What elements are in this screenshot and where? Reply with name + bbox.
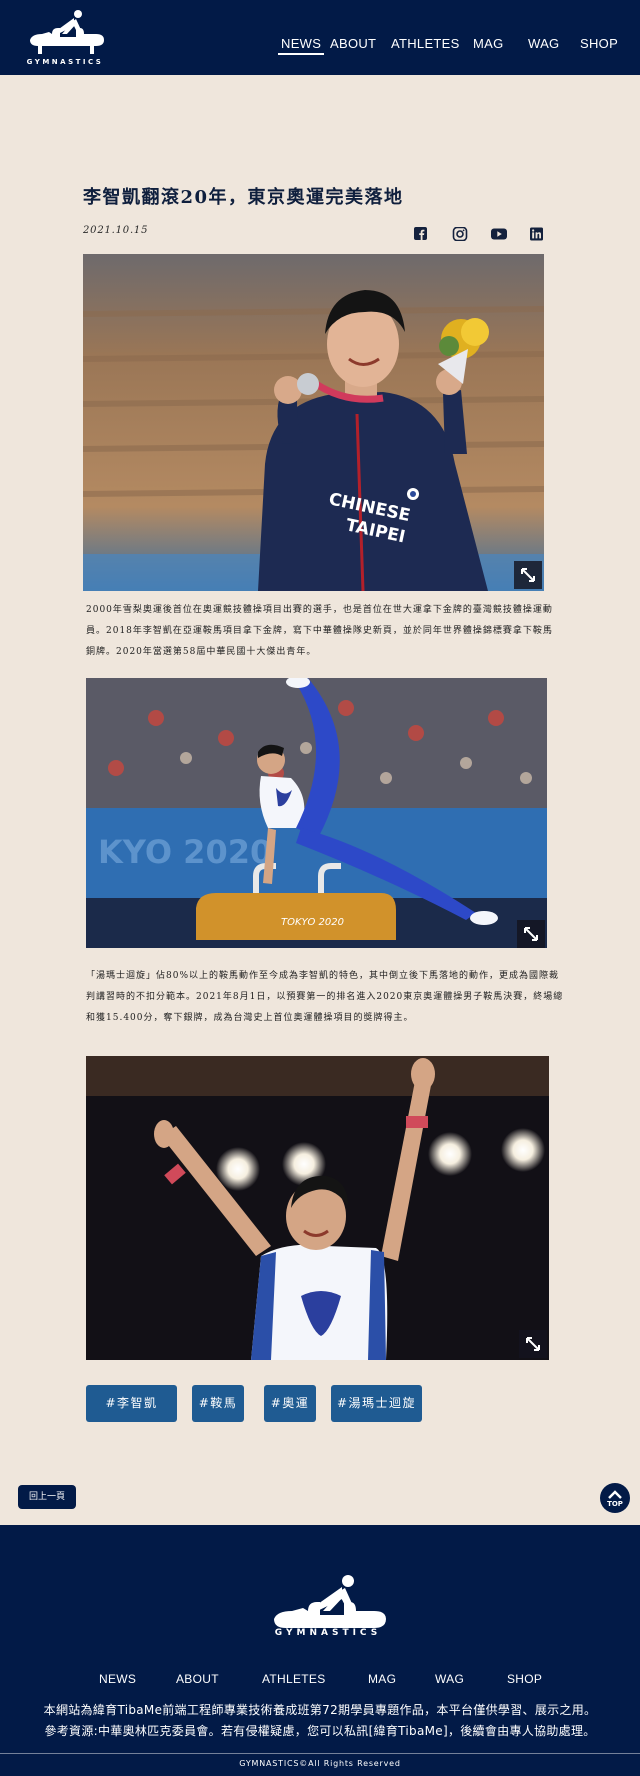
paragraph-1-line: 員。2018年李智凱在亞運鞍馬項目拿下金牌，寫下中華體操隊史新頁，並於同年世界體… (86, 626, 553, 636)
back-to-top-button[interactable]: TOP (600, 1483, 630, 1513)
tag-thomas-flair[interactable]: #湯瑪士迴旋 (331, 1385, 422, 1422)
footer-reference: 參考資源:中華奧林匹克委員會。若有侵權疑慮，您可以私訊[緯育TibaMe]，後續… (44, 1724, 596, 1738)
facebook-icon[interactable] (413, 226, 429, 240)
svg-text:KYO 2020: KYO 2020 (98, 833, 272, 871)
site-footer: GYMNASTICS NEWS ABOUT ATHLETES MAG WAG S… (0, 1525, 640, 1776)
nav-shop[interactable]: SHOP (580, 36, 618, 51)
nav-about[interactable]: ABOUT (330, 36, 376, 51)
footer-nav-shop[interactable]: SHOP (507, 1672, 542, 1686)
top-label: TOP (607, 1500, 623, 1508)
instagram-icon[interactable] (452, 226, 468, 242)
footer-logo-icon[interactable] (262, 1571, 392, 1631)
article: 李智凱翻滾20年，東京奧運完美落地 2021.10.15 CHINESE TAI… (0, 75, 640, 1525)
tag-li-chih-kai[interactable]: #李智凱 (86, 1385, 177, 1422)
footer-nav-athletes[interactable]: ATHLETES (262, 1672, 326, 1686)
article-paragraph-2: 「湯瑪士迴旋」佔80%以上的鞍馬動作至今成為李智凱的特色，其中倒立後下馬落地的動… (86, 966, 563, 1029)
tag-olympics[interactable]: #奧運 (264, 1385, 316, 1422)
sign-tokyo-2020: TOKYO 2020 (281, 917, 344, 928)
paragraph-1-line: 2000年雪梨奧運後首位在奧運競技體操項目出賽的選手，也是首位在世大運拿下金牌的… (86, 605, 553, 615)
footer-disclaimer: 本網站為緯育TibaMe前端工程師專業技術養成班第72期學員專題作品，本平台僅供… (43, 1703, 597, 1717)
footer-nav-mag[interactable]: MAG (368, 1672, 396, 1686)
nav-mag[interactable]: MAG (473, 36, 504, 51)
photo-pommel-horse[interactable]: KYO 2020 TOKYO 2020 (86, 678, 547, 948)
footer-nav-wag[interactable]: WAG (435, 1672, 464, 1686)
footer-divider (0, 1753, 640, 1754)
chevron-up-icon (608, 1490, 622, 1499)
article-title: 李智凱翻滾20年，東京奧運完美落地 (83, 187, 404, 208)
expand-icon[interactable] (514, 561, 542, 589)
footer-nav-about[interactable]: ABOUT (176, 1672, 219, 1686)
nav-news[interactable]: NEWS (277, 36, 325, 55)
expand-icon[interactable] (517, 920, 545, 948)
nav-athletes[interactable]: ATHLETES (391, 36, 460, 51)
article-date: 2021.10.15 (83, 225, 149, 236)
paragraph-2-line: 和獲15.400分，奪下銀牌，成為台灣史上首位奧運體操項目的獎牌得主。 (86, 1013, 414, 1023)
back-button[interactable]: 回上一頁 (18, 1485, 76, 1509)
youtube-icon[interactable] (490, 226, 508, 240)
expand-icon[interactable] (519, 1330, 547, 1358)
nav-wag[interactable]: WAG (528, 36, 559, 51)
tag-pommel-horse[interactable]: #鞍馬 (192, 1385, 244, 1422)
site-header: GYMNASTICS NEWS ABOUT ATHLETES MAG WAG S… (0, 0, 640, 75)
copyright: GYMNASTICS©All Rights Reserved (239, 1759, 401, 1768)
photo-celebration[interactable] (86, 1056, 549, 1360)
photo-medal-ceremony[interactable]: CHINESE TAIPEI (83, 254, 544, 591)
paragraph-1-line: 銅牌。2020年當選第58屆中華民國十大傑出青年。 (86, 647, 317, 657)
footer-logo-wordmark: GYMNASTICS (274, 1628, 382, 1638)
article-paragraph-1: 2000年雪梨奧運後首位在奧運競技體操項目出賽的選手，也是首位在世大運拿下金牌的… (86, 600, 553, 663)
paragraph-2-line: 「湯瑪士迴旋」佔80%以上的鞍馬動作至今成為李智凱的特色，其中倒立後下馬落地的動… (86, 971, 560, 981)
logo-wordmark: GYMNASTICS (26, 58, 104, 66)
main-nav: NEWS ABOUT ATHLETES MAG WAG SHOP (0, 36, 640, 55)
paragraph-2-line: 判講習時的不扣分範本。2021年8月1日，以預賽第一的排名進入2020東京奧運體… (86, 992, 564, 1002)
footer-nav-news[interactable]: NEWS (99, 1672, 136, 1686)
linkedin-icon[interactable] (529, 226, 545, 241)
